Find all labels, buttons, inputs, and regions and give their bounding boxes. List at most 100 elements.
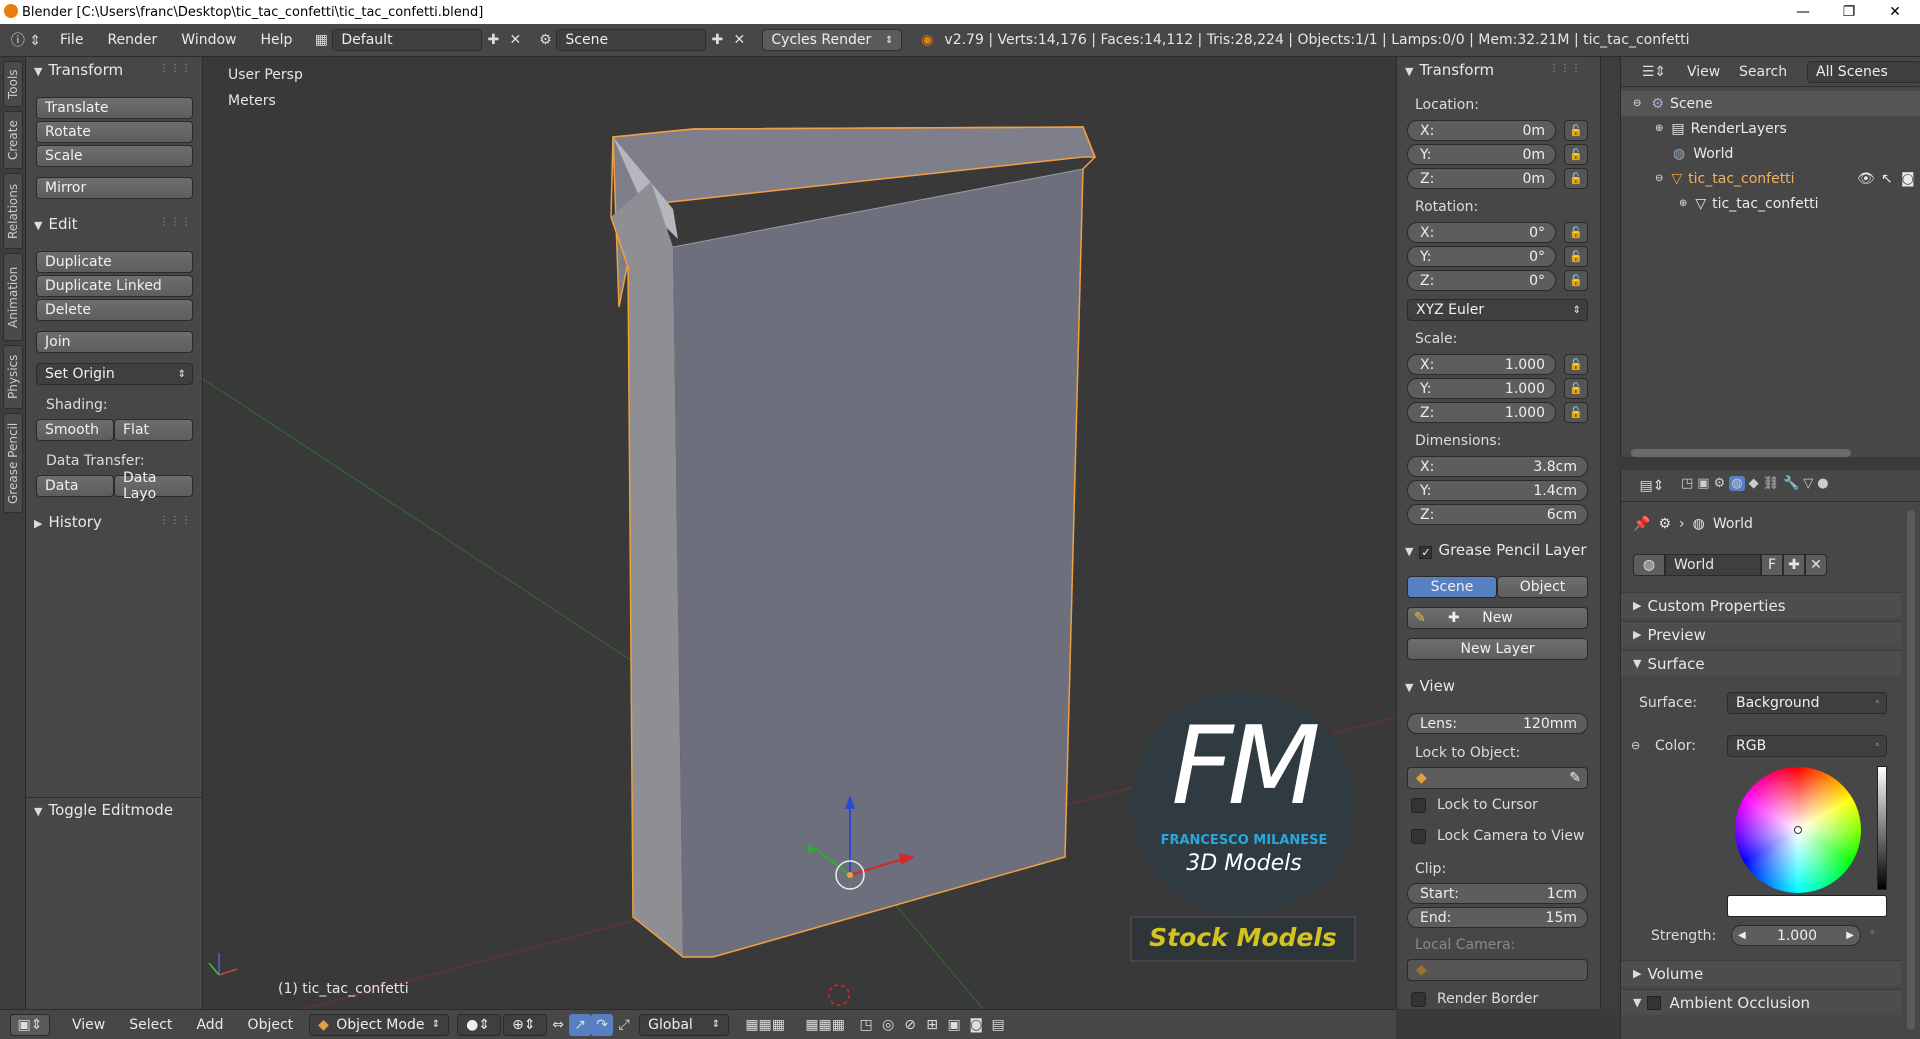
remove-scene-icon[interactable]: ✕: [728, 29, 750, 51]
color-wheel-cursor[interactable]: [1794, 826, 1802, 834]
menu-object[interactable]: Object: [236, 1017, 306, 1033]
flat-button[interactable]: Flat: [114, 419, 193, 441]
location-z-field[interactable]: Z: 0m: [1407, 168, 1556, 189]
properties-scrollbar[interactable]: [1907, 510, 1915, 1030]
menu-render[interactable]: Render: [95, 32, 169, 48]
smooth-button[interactable]: Smooth: [36, 419, 114, 441]
rotation-z-field[interactable]: Z: 0°: [1407, 270, 1556, 291]
fake-user-button[interactable]: F: [1761, 554, 1783, 576]
menu-select[interactable]: Select: [117, 1017, 184, 1033]
link-socket-icon[interactable]: ⊖: [1631, 739, 1640, 752]
add-world-icon[interactable]: ✚: [1783, 554, 1805, 576]
link-socket-icon[interactable]: ◦: [1869, 926, 1876, 939]
expand-icon[interactable]: ⊖: [1633, 98, 1641, 109]
snap-element-icon[interactable]: ⊞: [921, 1014, 943, 1036]
tab-grease-pencil[interactable]: Grease Pencil: [3, 413, 23, 513]
tab-animation[interactable]: Animation: [3, 253, 23, 341]
add-scene-icon[interactable]: ✚: [706, 29, 728, 51]
lock-icon[interactable]: 🔓: [1564, 144, 1588, 165]
strength-field[interactable]: ◀ 1.000 ▶: [1731, 925, 1861, 946]
lock-camera-checkbox[interactable]: [1411, 829, 1426, 844]
pin-icon[interactable]: 📌: [1633, 516, 1650, 532]
layers-grid-icon[interactable]: ▦▦▦: [735, 1014, 795, 1036]
menu-window[interactable]: Window: [169, 32, 248, 48]
3d-cursor-icon[interactable]: [828, 984, 850, 1006]
lock-object-field[interactable]: ◆ ✎: [1407, 767, 1588, 789]
render-border-checkbox[interactable]: [1411, 992, 1426, 1007]
join-button[interactable]: Join: [36, 331, 193, 353]
editor-type-info-icon[interactable]: ⓘ ⇕: [4, 29, 48, 51]
value-slider[interactable]: [1877, 766, 1887, 890]
object-tab-icon[interactable]: ◆: [1749, 476, 1759, 491]
custom-properties-panel[interactable]: ▶ Custom Properties: [1621, 592, 1901, 618]
outliner-row-renderlayers[interactable]: ⊕ ▤ RenderLayers: [1621, 116, 1920, 141]
render-layers-tab-icon[interactable]: ▣: [1697, 476, 1709, 491]
location-y-field[interactable]: Y: 0m: [1407, 144, 1556, 165]
remove-layout-icon[interactable]: ✕: [504, 29, 526, 51]
data-tab-icon[interactable]: ▽: [1803, 476, 1813, 491]
data-layout-button[interactable]: Data Layo: [114, 470, 193, 502]
drag-grip-icon[interactable]: ⋮⋮⋮: [159, 217, 192, 228]
grease-pencil-header[interactable]: ▼ ✓ Grease Pencil Layer: [1405, 541, 1587, 559]
tab-relations[interactable]: Relations: [3, 173, 23, 249]
color-wheel[interactable]: [1735, 767, 1861, 893]
layers-grid-icon-2[interactable]: ▦▦▦: [795, 1014, 855, 1036]
minimize-button[interactable]: —: [1780, 0, 1826, 24]
modifiers-tab-icon[interactable]: 🔧: [1783, 476, 1799, 491]
unlink-world-icon[interactable]: ✕: [1805, 554, 1827, 576]
region-divider[interactable]: [1600, 57, 1620, 1009]
rotation-x-field[interactable]: X: 0°: [1407, 222, 1556, 243]
lock-icon[interactable]: 🔓: [1564, 354, 1588, 375]
history-panel-header[interactable]: ▶ History: [34, 513, 102, 531]
3d-viewport[interactable]: User Persp Meters (1) tic_tac_confetti F…: [203, 57, 1396, 1009]
render-image-icon[interactable]: ◙: [965, 1014, 987, 1036]
world-browse-icon[interactable]: ◍: [1633, 554, 1665, 576]
material-tab-icon[interactable]: ●: [1817, 476, 1828, 491]
tab-physics[interactable]: Physics: [3, 345, 23, 409]
gp-scene-button[interactable]: Scene: [1407, 576, 1497, 598]
grease-pencil-checkbox[interactable]: ✓: [1419, 546, 1433, 559]
outliner-editor-icon[interactable]: ☰⇕: [1637, 61, 1671, 83]
drag-grip-icon[interactable]: ⋮⋮⋮: [159, 63, 192, 74]
outliner-row-scene[interactable]: ⊖ ⚙ Scene: [1621, 91, 1920, 116]
render-engine-select[interactable]: Cycles Render ⇕: [762, 29, 903, 51]
decrement-arrow-icon[interactable]: ◀: [1738, 930, 1746, 941]
local-camera-field[interactable]: ◆: [1407, 959, 1588, 981]
lock-icon[interactable]: 🔓: [1564, 246, 1588, 267]
snap-target-icon[interactable]: ▣: [943, 1014, 965, 1036]
tab-tools[interactable]: Tools: [3, 61, 23, 107]
outliner-filter-select[interactable]: All Scenes: [1807, 61, 1920, 83]
delete-button[interactable]: Delete: [36, 299, 193, 321]
render-tab-icon[interactable]: ◳: [1681, 476, 1693, 491]
lock-icon[interactable]: 🔓: [1564, 270, 1588, 291]
viewport-shading-select[interactable]: ●⇕: [457, 1013, 502, 1036]
preview-panel[interactable]: ▶ Preview: [1621, 621, 1901, 647]
layout-grid-icon[interactable]: ▦: [310, 29, 332, 51]
lens-field[interactable]: Lens: 120mm: [1407, 713, 1588, 734]
lock-icon[interactable]: 🔓: [1564, 222, 1588, 243]
eyedropper-icon[interactable]: ✎: [1569, 770, 1581, 786]
select-arrow-icon[interactable]: ↖: [1881, 171, 1893, 187]
snap-icon[interactable]: ⊘: [899, 1014, 921, 1036]
lock-icon[interactable]: 🔓: [1564, 402, 1588, 423]
outliner-search-menu[interactable]: Search: [1739, 64, 1787, 80]
view-panel-header[interactable]: ▼ View: [1405, 677, 1455, 695]
tab-create[interactable]: Create: [3, 111, 23, 169]
data-button[interactable]: Data: [36, 475, 114, 497]
rotation-mode-select[interactable]: XYZ Euler ⇕: [1407, 299, 1588, 321]
world-tab-icon[interactable]: ◍: [1729, 476, 1745, 491]
increment-arrow-icon[interactable]: ▶: [1846, 930, 1854, 941]
translate-button[interactable]: Translate: [36, 97, 193, 119]
lock-icon[interactable]: 🔓: [1564, 120, 1588, 141]
outliner-row-world[interactable]: ◍ World: [1621, 141, 1920, 166]
menu-help[interactable]: Help: [248, 32, 304, 48]
render-animation-icon[interactable]: ▤: [987, 1014, 1009, 1036]
color-type-select[interactable]: RGB ◦: [1727, 735, 1887, 757]
scale-x-field[interactable]: X: 1.000: [1407, 354, 1556, 375]
scale-y-field[interactable]: Y: 1.000: [1407, 378, 1556, 399]
close-button[interactable]: ✕: [1872, 0, 1918, 24]
duplicate-linked-button[interactable]: Duplicate Linked: [36, 275, 193, 297]
lock-to-cursor-checkbox[interactable]: [1411, 798, 1426, 813]
toggle-editmode-panel-header[interactable]: ▼ Toggle Editmode: [34, 801, 173, 819]
screen-layout-field[interactable]: Default: [332, 29, 483, 51]
